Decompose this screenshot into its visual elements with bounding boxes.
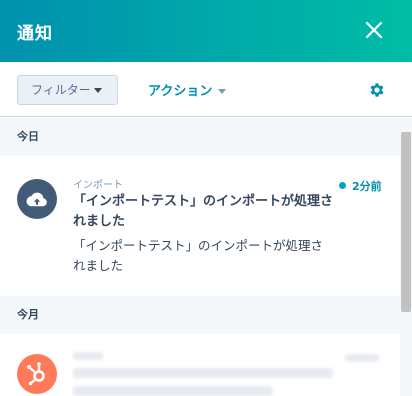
- close-icon: [365, 21, 383, 39]
- chevron-down-icon: [218, 89, 227, 94]
- notification-source: インポート: [73, 180, 123, 191]
- redacted-title: [73, 386, 273, 396]
- notification-avatar: [17, 179, 57, 219]
- cloud-upload-icon: [26, 192, 47, 207]
- notification-title: 「インポートテスト」のインポートが処理されました: [73, 194, 334, 229]
- notification-item[interactable]: インポート 「インポートテスト」のインポートが処理されました 「インポートテスト…: [0, 156, 400, 296]
- redacted-time: [345, 354, 379, 362]
- section-header-this-month: 今月: [0, 296, 400, 334]
- redacted-title: [73, 368, 333, 378]
- close-button[interactable]: [360, 16, 388, 44]
- filter-dropdown-button[interactable]: フィルター: [17, 75, 118, 105]
- panel-title: 通知: [17, 24, 53, 44]
- notification-item[interactable]: [0, 334, 400, 396]
- notification-list[interactable]: 今日 インポート 「インポートテスト」のインポートが処理されました 「インポート…: [0, 118, 400, 396]
- hubspot-sprocket-icon: [27, 362, 45, 386]
- actions-label: アクション: [148, 84, 213, 99]
- filter-label: フィルター: [31, 83, 91, 97]
- toolbar: フィルター アクション: [0, 62, 412, 117]
- redacted-source: [73, 352, 103, 360]
- unread-indicator: [339, 182, 346, 189]
- notification-avatar: [17, 354, 57, 394]
- actions-dropdown-button[interactable]: アクション: [148, 80, 227, 100]
- chevron-down-icon: [94, 88, 102, 93]
- notification-body: 「インポートテスト」のインポートが処理されました: [73, 238, 324, 273]
- gear-icon: [370, 83, 384, 97]
- settings-button[interactable]: [368, 81, 386, 99]
- section-header-today: 今日: [0, 118, 400, 156]
- notification-time: 2分前: [352, 180, 382, 193]
- scrollbar-thumb[interactable]: [401, 132, 411, 312]
- panel-header: 通知: [0, 0, 412, 62]
